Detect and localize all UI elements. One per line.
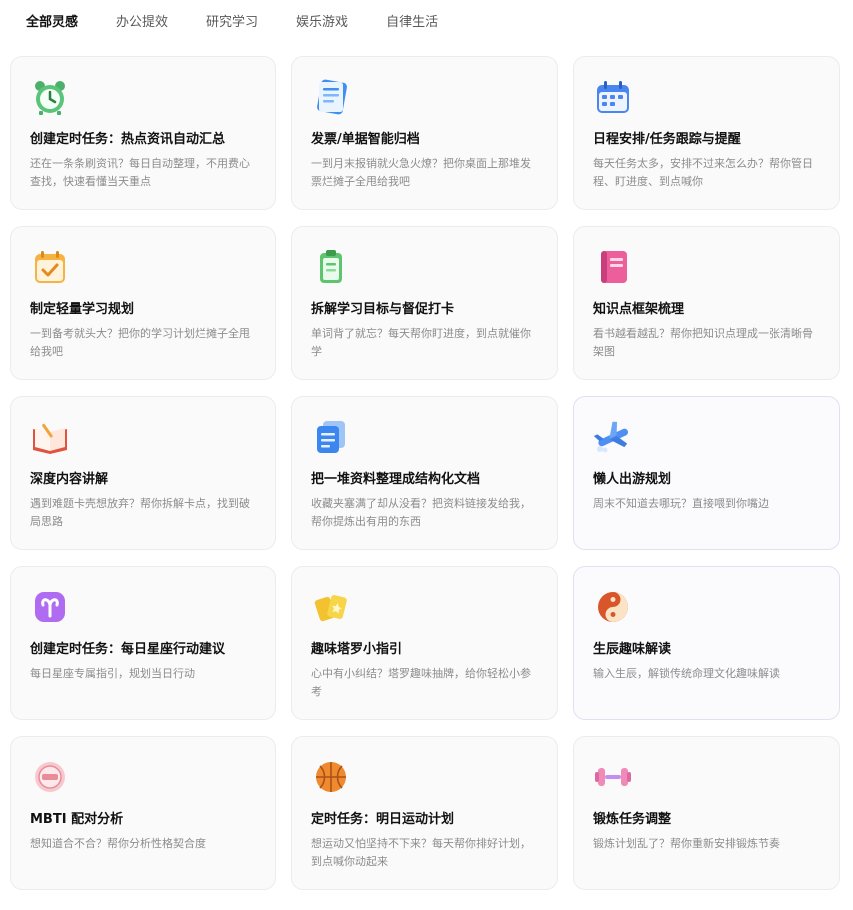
tab-all-inspiration[interactable]: 全部灵感: [26, 12, 78, 34]
card-mbti-match[interactable]: MBTI 配对分析 想知道合不合？帮你分析性格契合度: [10, 736, 276, 890]
open-book-icon: [33, 423, 67, 454]
card-birth-reading[interactable]: 生辰趣味解读 输入生辰，解锁传统命理文化趣味解读: [573, 566, 840, 720]
card-study-plan[interactable]: 制定轻量学习规划 一到备考就头大？把你的学习计划烂摊子全甩给我吧: [10, 226, 276, 380]
card-title: 创建定时任务：每日星座行动建议: [30, 642, 226, 657]
notebook-icon: [601, 251, 627, 283]
inspiration-card-grid: 创建定时任务：热点资讯自动汇总 还在一条条刷资讯？每日自动整理，不用费心查找，快…: [10, 56, 841, 890]
tab-research-study[interactable]: 研究学习: [206, 12, 258, 34]
card-description: 想运动又怕坚持不下来？每天帮你排好计划，到点喊你动起来: [311, 837, 531, 868]
aries-icon: [35, 592, 65, 622]
category-tabs: 全部灵感 办公提效 研究学习 娱乐游戏 自律生活: [26, 12, 476, 34]
card-title: 创建定时任务：热点资讯自动汇总: [30, 132, 226, 147]
card-invoice-archive[interactable]: 发票/单据智能归档 一到月末报销就火急火燎？把你桌面上那堆发票烂摊子全甩给我吧: [291, 56, 558, 210]
tarot-cards-icon: [314, 595, 347, 622]
clipboard-icon: [320, 250, 342, 283]
card-deep-explanation[interactable]: 深度内容讲解 遇到难题卡壳想放弃？帮你拆解卡点，找到破局思路: [10, 396, 276, 550]
card-daily-horoscope[interactable]: 创建定时任务：每日星座行动建议 每日星座专属指引，规划当日行动: [10, 566, 276, 720]
calendar-icon: [597, 81, 629, 113]
card-description: 周末不知道去哪玩？直接喂到你嘴边: [593, 497, 769, 510]
card-structured-document[interactable]: 把一堆资料整理成结构化文档 收藏夹塞满了却从没看？把资料链接发给我，帮你提炼出有…: [291, 396, 558, 550]
card-title: 生辰趣味解读: [593, 642, 672, 657]
card-title: MBTI 配对分析: [30, 812, 124, 827]
airplane-icon: [593, 421, 629, 453]
tab-entertainment-games[interactable]: 娱乐游戏: [296, 12, 348, 34]
tab-office-efficiency[interactable]: 办公提效: [116, 12, 168, 34]
receipt-icon: [317, 79, 347, 115]
card-description: 一到备考就头大？把你的学习计划烂摊子全甩给我吧: [30, 327, 250, 358]
mbti-badge-icon: [35, 762, 65, 792]
card-description: 还在一条条刷资讯？每日自动整理，不用费心查找，快速看懂当天重点: [30, 157, 250, 188]
card-title: 制定轻量学习规划: [30, 302, 135, 317]
card-title: 定时任务：明日运动计划: [311, 812, 455, 827]
dumbbell-icon: [595, 768, 631, 786]
card-study-goal-checkin[interactable]: 拆解学习目标与督促打卡 单词背了就忘？每天帮你盯进度，到点就催你学: [291, 226, 558, 380]
card-description: 一到月末报销就火急火燎？把你桌面上那堆发票烂摊子全甩给我吧: [311, 157, 531, 188]
documents-icon: [317, 421, 345, 453]
card-description: 锻炼计划乱了？帮你重新安排锻炼节奏: [593, 837, 780, 850]
card-description: 收藏夹塞满了却从没看？把资料链接发给我，帮你提炼出有用的东西: [311, 497, 531, 528]
card-title: 日程安排/任务跟踪与提醒: [593, 132, 741, 147]
card-description: 看书越看越乱？帮你把知识点理成一张清晰骨架图: [593, 327, 813, 358]
card-lazy-travel-plan[interactable]: 懒人出游规划 周末不知道去哪玩？直接喂到你嘴边: [573, 396, 840, 550]
card-title: 把一堆资料整理成结构化文档: [311, 472, 481, 487]
basketball-icon: [316, 762, 346, 792]
tab-self-discipline[interactable]: 自律生活: [386, 12, 438, 34]
card-description: 输入生辰，解锁传统命理文化趣味解读: [593, 667, 780, 680]
card-title: 知识点框架梳理: [593, 302, 685, 317]
card-tomorrow-exercise[interactable]: 定时任务：明日运动计划 想运动又怕坚持不下来？每天帮你排好计划，到点喊你动起来: [291, 736, 558, 890]
checklist-icon: [35, 251, 65, 283]
card-title: 趣味塔罗小指引: [311, 642, 403, 657]
card-title: 拆解学习目标与督促打卡: [311, 302, 455, 317]
card-description: 每天任务太多，安排不过来怎么办？帮你管日程、盯进度、到点喊你: [593, 157, 813, 188]
card-knowledge-framework[interactable]: 知识点框架梳理 看书越看越乱？帮你把知识点理成一张清晰骨架图: [573, 226, 840, 380]
card-title: 深度内容讲解: [30, 472, 109, 487]
card-description: 心中有小纠结？塔罗趣味抽牌，给你轻松小参考: [311, 667, 531, 698]
card-description: 想知道合不合？帮你分析性格契合度: [30, 837, 206, 850]
card-description: 遇到难题卡壳想放弃？帮你拆解卡点，找到破局思路: [30, 497, 250, 528]
yin-yang-icon: [598, 592, 628, 622]
card-workout-adjust[interactable]: 锻炼任务调整 锻炼计划乱了？帮你重新安排锻炼节奏: [573, 736, 840, 890]
alarm-clock-icon: [35, 81, 65, 115]
card-title: 懒人出游规划: [593, 472, 672, 487]
card-hot-news-summary[interactable]: 创建定时任务：热点资讯自动汇总 还在一条条刷资讯？每日自动整理，不用费心查找，快…: [10, 56, 276, 210]
card-description: 单词背了就忘？每天帮你盯进度，到点就催你学: [311, 327, 531, 358]
card-title: 锻炼任务调整: [593, 812, 672, 827]
card-title: 发票/单据智能归档: [311, 132, 420, 147]
card-schedule-reminder[interactable]: 日程安排/任务跟踪与提醒 每天任务太多，安排不过来怎么办？帮你管日程、盯进度、到…: [573, 56, 840, 210]
card-description: 每日星座专属指引，规划当日行动: [30, 667, 195, 680]
card-tarot-guide[interactable]: 趣味塔罗小指引 心中有小纠结？塔罗趣味抽牌，给你轻松小参考: [291, 566, 558, 720]
